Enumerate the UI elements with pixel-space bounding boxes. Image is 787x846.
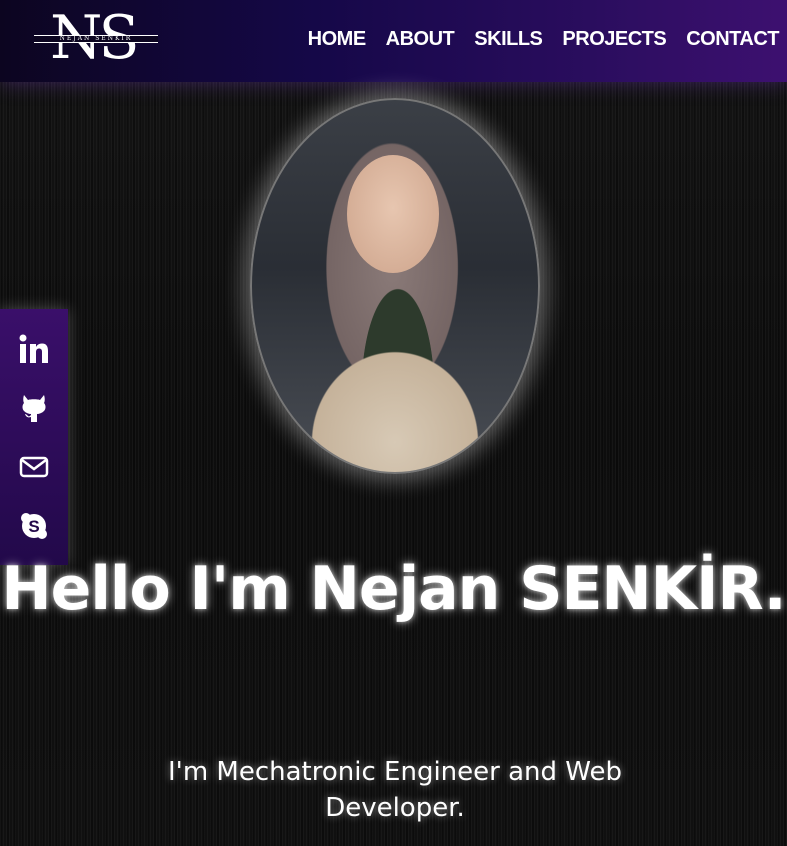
nav-projects[interactable]: PROJECTS xyxy=(562,28,666,51)
skype-icon[interactable]: S xyxy=(17,509,51,543)
profile-face xyxy=(347,155,439,273)
hero-headline: Hello I'm Nejan SENKİR. xyxy=(1,554,786,624)
nav-about[interactable]: ABOUT xyxy=(386,28,455,51)
mail-icon[interactable] xyxy=(17,450,51,484)
nav-skills[interactable]: SKILLS xyxy=(474,28,543,51)
main-nav: HOME ABOUT SKILLS PROJECTS CONTACT xyxy=(308,28,780,51)
profile-photo xyxy=(250,98,540,474)
nav-contact[interactable]: CONTACT xyxy=(686,28,779,51)
nav-home[interactable]: HOME xyxy=(308,28,367,51)
github-icon[interactable] xyxy=(17,391,51,425)
site-logo[interactable]: NS NEJAN SENKIR xyxy=(34,3,160,73)
hero-subtitle: I'm Mechatronic Engineer and Web Develop… xyxy=(168,757,622,823)
social-links-panel: S xyxy=(0,309,68,565)
linkedin-icon[interactable] xyxy=(17,332,51,366)
navbar: NS NEJAN SENKIR HOME ABOUT SKILLS PROJEC… xyxy=(0,0,787,82)
logo-band-text: NEJAN SENKIR xyxy=(34,35,158,43)
svg-text:S: S xyxy=(28,517,39,536)
